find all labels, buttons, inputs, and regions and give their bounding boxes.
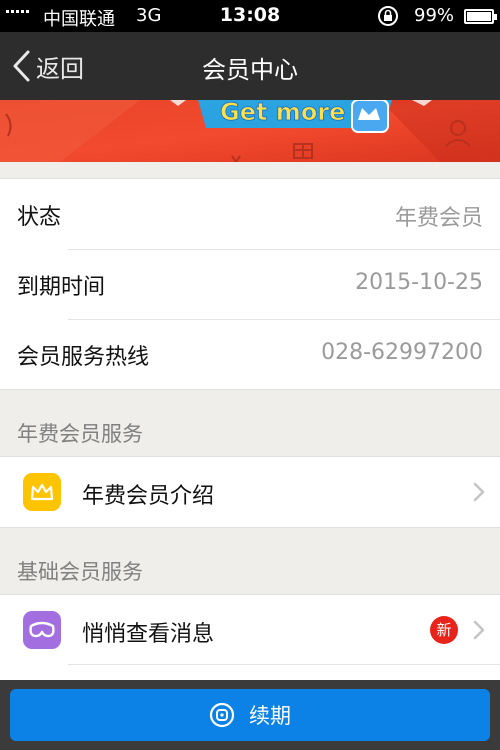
basic-services-list: 悄悄查看消息 新: [0, 594, 500, 665]
battery-fill: [467, 12, 491, 21]
info-label: 状态: [17, 205, 62, 230]
annual-services-list: 年费会员介绍: [0, 456, 500, 528]
bottom-action-bar: 续期: [0, 680, 500, 750]
promo-banner[interactable]: Get more: [0, 100, 500, 162]
service-label: 悄悄查看消息: [82, 622, 215, 647]
annual-member-intro-row[interactable]: 年费会员介绍: [0, 457, 500, 527]
navigation-bar: 返回 会员中心: [0, 32, 500, 100]
info-row: 到期时间 2015-10-25: [0, 249, 500, 319]
page-title: 会员中心: [202, 56, 298, 84]
new-badge: 新: [430, 616, 458, 644]
annual-services-header: 年费会员服务: [17, 422, 143, 446]
service-label: 年费会员介绍: [82, 484, 215, 509]
status-bar: 中国联通 3G 13:08 99%: [0, 0, 500, 32]
info-label: 会员服务热线: [17, 345, 150, 370]
info-value: 2015-10-25: [355, 270, 483, 295]
battery-icon: [464, 9, 497, 24]
list-item-partial: [0, 664, 500, 680]
banner-text: Get more: [220, 100, 345, 126]
battery-percent: 99%: [414, 5, 455, 26]
member-info-list: 状态 年费会员到期时间 2015-10-25 会员服务热线 028-62997200: [0, 178, 500, 390]
banner-graphic: Get more: [0, 100, 500, 162]
renew-button[interactable]: 续期: [10, 689, 490, 741]
info-value: 年费会员: [394, 206, 483, 231]
info-value: 028-62997200: [321, 340, 483, 365]
crown-icon: [351, 100, 389, 133]
basic-services-header: 基础会员服务: [17, 560, 143, 584]
info-row: 会员服务热线 028-62997200: [0, 319, 500, 389]
renew-icon: [209, 702, 235, 728]
mask-icon: [23, 611, 61, 649]
crown-icon: [23, 473, 61, 511]
view-messages-quietly-row[interactable]: 悄悄查看消息 新: [0, 595, 500, 665]
info-row: 状态 年费会员: [0, 179, 500, 249]
orientation-lock-icon: [378, 6, 398, 26]
renew-label: 续期: [249, 704, 291, 728]
chevron-right-icon: [473, 482, 485, 502]
info-label: 到期时间: [17, 275, 106, 300]
chevron-right-icon: [473, 620, 485, 640]
